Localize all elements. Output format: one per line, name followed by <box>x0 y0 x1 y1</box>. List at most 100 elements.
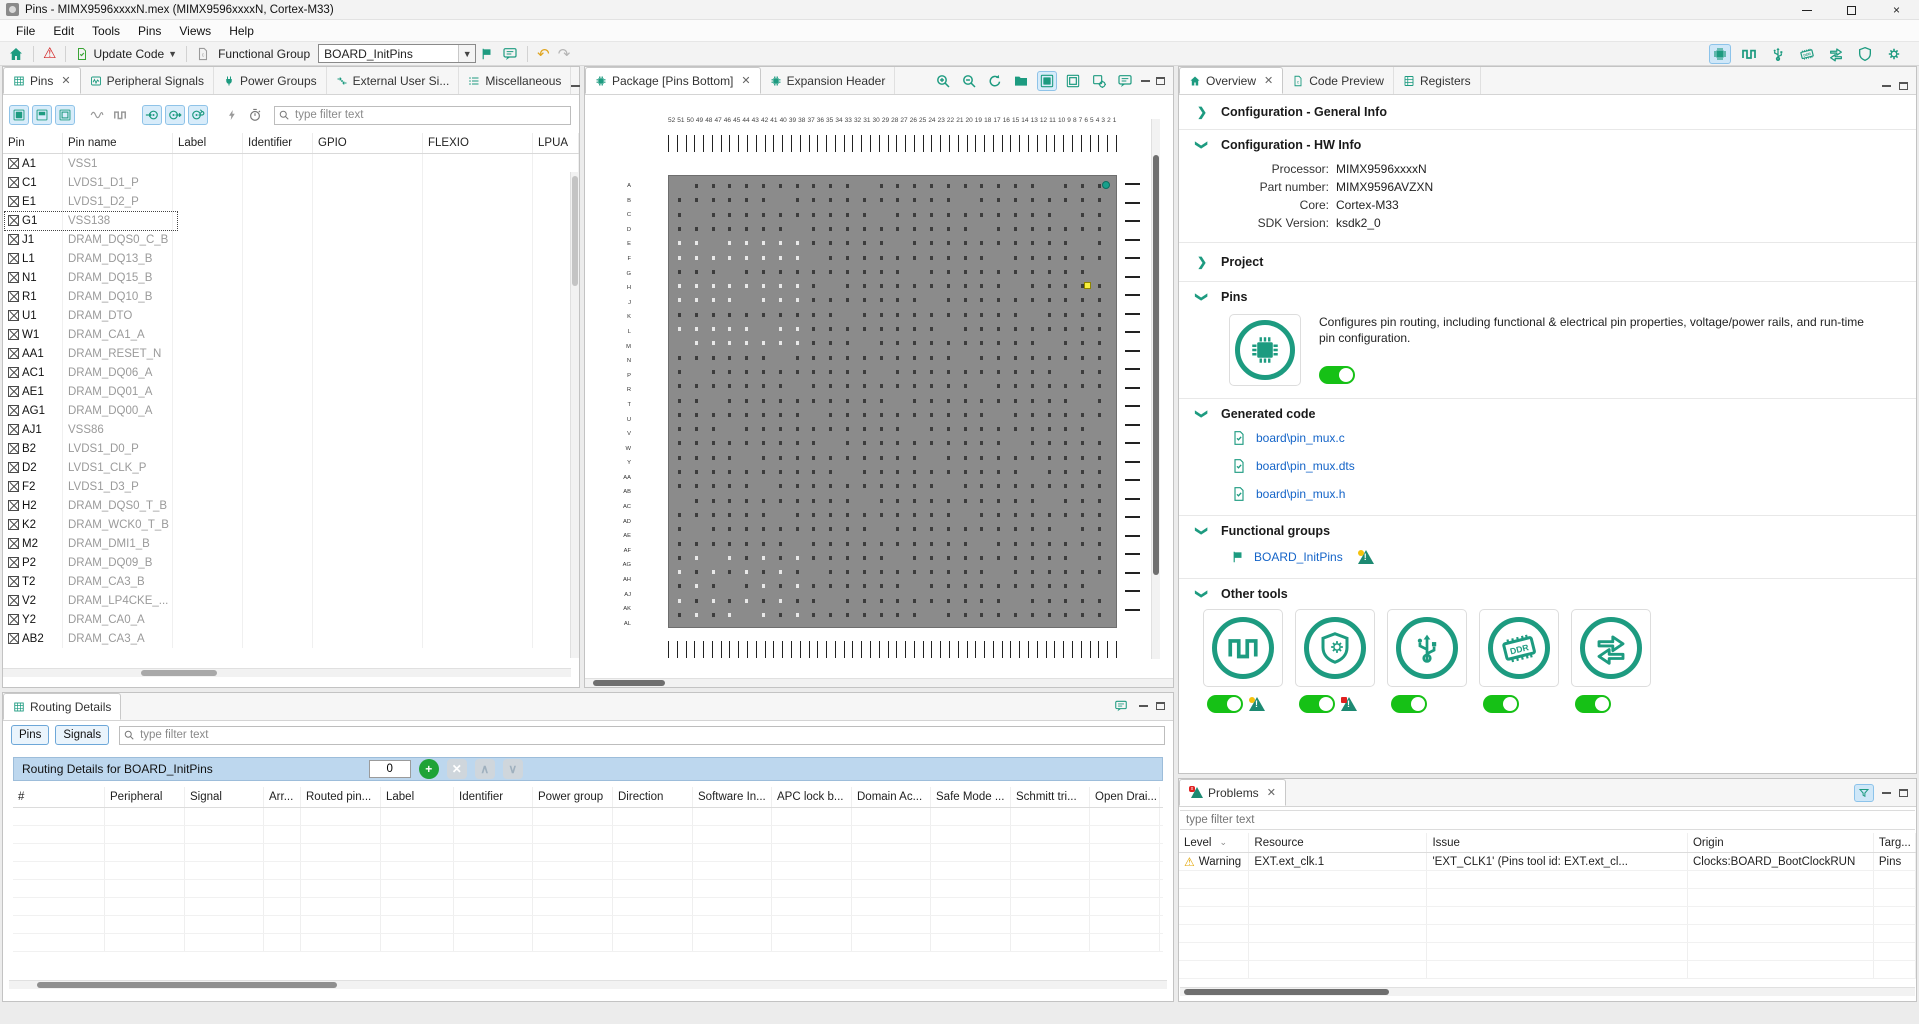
unrouted-checkbox-icon[interactable] <box>8 196 19 207</box>
section-hw-info[interactable]: ❯ Configuration - HW Info <box>1179 138 1916 152</box>
routing-count-input[interactable] <box>369 760 411 778</box>
zoom-out-button[interactable] <box>959 71 979 91</box>
scrollbar-thumb[interactable] <box>572 176 578 286</box>
close-button[interactable]: × <box>1874 0 1919 20</box>
problems-horizontal-scrollbar[interactable] <box>1180 987 1915 996</box>
tool-pins-button[interactable] <box>1709 44 1731 64</box>
package-vertical-scrollbar[interactable] <box>1151 119 1160 659</box>
pin-row[interactable]: AC1DRAM_DQ06_A <box>3 363 579 382</box>
unrouted-checkbox-icon[interactable] <box>8 519 19 530</box>
show-output-routes-button[interactable] <box>165 105 185 125</box>
clocks-tool-card[interactable] <box>1203 609 1283 687</box>
pin-row[interactable]: U1DRAM_DTO <box>3 306 579 325</box>
unrouted-checkbox-icon[interactable] <box>8 234 19 245</box>
unrouted-checkbox-icon[interactable] <box>8 272 19 283</box>
generated-file-link[interactable]: board\pin_mux.h <box>1256 487 1345 501</box>
unrouted-checkbox-icon[interactable] <box>8 253 19 264</box>
log-button[interactable] <box>498 44 522 64</box>
tool-security-button[interactable] <box>1854 44 1876 64</box>
unrouted-checkbox-icon[interactable] <box>8 443 19 454</box>
view-outline-button[interactable] <box>1063 71 1083 91</box>
peripherals-tool-card[interactable] <box>1387 609 1467 687</box>
problem-row[interactable]: ⚠WarningEXT.ext_clk.1'EXT_CLK1' (Pins to… <box>1179 853 1916 871</box>
package-die[interactable] <box>668 175 1117 628</box>
routing-signals-button[interactable]: Signals <box>55 725 109 745</box>
tool-clocks-button[interactable] <box>1738 44 1760 64</box>
pin-row[interactable]: V2DRAM_LP4CKE_... <box>3 591 579 610</box>
show-dedicated-pins-button[interactable] <box>32 105 52 125</box>
menu-file[interactable]: File <box>8 22 43 40</box>
ddr-toggle[interactable] <box>1483 695 1519 713</box>
tooltip-toggle-button[interactable] <box>1111 696 1131 716</box>
show-digital-button[interactable] <box>110 105 130 125</box>
tab-power-groups[interactable]: Power Groups <box>214 67 327 94</box>
tab-peripheral-signals[interactable]: Peripheral Signals <box>81 67 214 94</box>
pin-row[interactable]: AE1DRAM_DQ01_A <box>3 382 579 401</box>
rotate-button[interactable] <box>985 71 1005 91</box>
column-header[interactable]: GPIO <box>313 133 423 153</box>
unrouted-checkbox-icon[interactable] <box>8 386 19 397</box>
maximize-panel-icon[interactable] <box>1156 77 1165 85</box>
pin-row[interactable]: F2LVDS1_D3_P <box>3 477 579 496</box>
pin-row[interactable]: B2LVDS1_D0_P <box>3 439 579 458</box>
section-generated-code[interactable]: ❯ Generated code <box>1179 407 1916 421</box>
minimize-button[interactable] <box>1784 0 1829 20</box>
move-down-button[interactable]: ∨ <box>503 759 523 779</box>
unrouted-checkbox-icon[interactable] <box>8 481 19 492</box>
functional-group-link[interactable]: BOARD_InitPins <box>1254 550 1343 564</box>
package-horizontal-scrollbar[interactable] <box>585 678 1173 687</box>
column-header[interactable]: Identifier <box>243 133 313 153</box>
peripherals-toggle[interactable] <box>1391 695 1427 713</box>
tooltip-toggle-button[interactable] <box>1115 71 1135 91</box>
pin-row[interactable]: D2LVDS1_CLK_P <box>3 458 579 477</box>
column-header[interactable]: Origin <box>1688 833 1874 852</box>
section-general-info[interactable]: ❯ Configuration - General Info <box>1179 105 1916 119</box>
flag-button[interactable] <box>476 44 498 64</box>
power-warnings-button[interactable] <box>222 105 242 125</box>
generated-file-link[interactable]: board\pin_mux.dts <box>1256 459 1355 473</box>
ddr-tool-card[interactable]: DDR <box>1479 609 1559 687</box>
column-header[interactable]: Arr... <box>264 787 301 807</box>
column-header[interactable]: Routed pin... <box>301 787 381 807</box>
pin-row[interactable]: K2DRAM_WCK0_T_B <box>3 515 579 534</box>
pin-row[interactable]: AA1DRAM_RESET_N <box>3 344 579 363</box>
unrouted-checkbox-icon[interactable] <box>8 367 19 378</box>
timing-button[interactable] <box>245 105 265 125</box>
pin-row[interactable]: AG1DRAM_DQ00_A <box>3 401 579 420</box>
minimize-panel-icon[interactable] <box>1141 80 1150 82</box>
column-header[interactable]: # <box>13 787 105 807</box>
generated-file-link[interactable]: board\pin_mux.c <box>1256 431 1345 445</box>
close-icon[interactable]: ✕ <box>741 74 750 87</box>
view-package-button[interactable] <box>1037 71 1057 91</box>
routing-horizontal-scrollbar[interactable] <box>9 980 1167 989</box>
tab-overview[interactable]: Overview✕ <box>1179 67 1283 94</box>
menu-edit[interactable]: Edit <box>45 22 82 40</box>
menu-tools[interactable]: Tools <box>84 22 128 40</box>
unrouted-checkbox-icon[interactable] <box>8 310 19 321</box>
column-header[interactable]: Identifier <box>454 787 533 807</box>
show-analog-button[interactable] <box>87 105 107 125</box>
column-header[interactable]: Label <box>173 133 243 153</box>
export-image-button[interactable] <box>1011 71 1031 91</box>
tab-pins[interactable]: Pins✕ <box>3 67 81 94</box>
tab-registers[interactable]: Registers <box>1394 67 1481 94</box>
tab-routing-details[interactable]: Routing Details <box>3 693 121 720</box>
move-up-button[interactable]: ∧ <box>475 759 495 779</box>
scrollbar-thumb[interactable] <box>141 670 217 676</box>
filter-problems-button[interactable] <box>1854 784 1874 802</box>
column-header[interactable]: FLEXIO <box>423 133 533 153</box>
show-bidirectional-routes-button[interactable] <box>188 105 208 125</box>
tab-miscellaneous[interactable]: Miscellaneous <box>459 67 571 94</box>
pin-row[interactable]: C1LVDS1_D1_P <box>3 173 579 192</box>
unrouted-checkbox-icon[interactable] <box>8 462 19 473</box>
column-header[interactable]: Peripheral <box>105 787 185 807</box>
maximize-button[interactable] <box>1829 0 1874 20</box>
show-input-routes-button[interactable] <box>142 105 162 125</box>
update-code-button[interactable]: Update Code ▼ <box>71 44 181 64</box>
tee-tool-card[interactable] <box>1571 609 1651 687</box>
column-header[interactable]: Issue <box>1427 833 1688 852</box>
close-icon[interactable]: ✕ <box>1264 74 1273 87</box>
unrouted-checkbox-icon[interactable] <box>8 538 19 549</box>
unrouted-checkbox-icon[interactable] <box>8 158 19 169</box>
column-header[interactable]: Open Drai... <box>1090 787 1160 807</box>
